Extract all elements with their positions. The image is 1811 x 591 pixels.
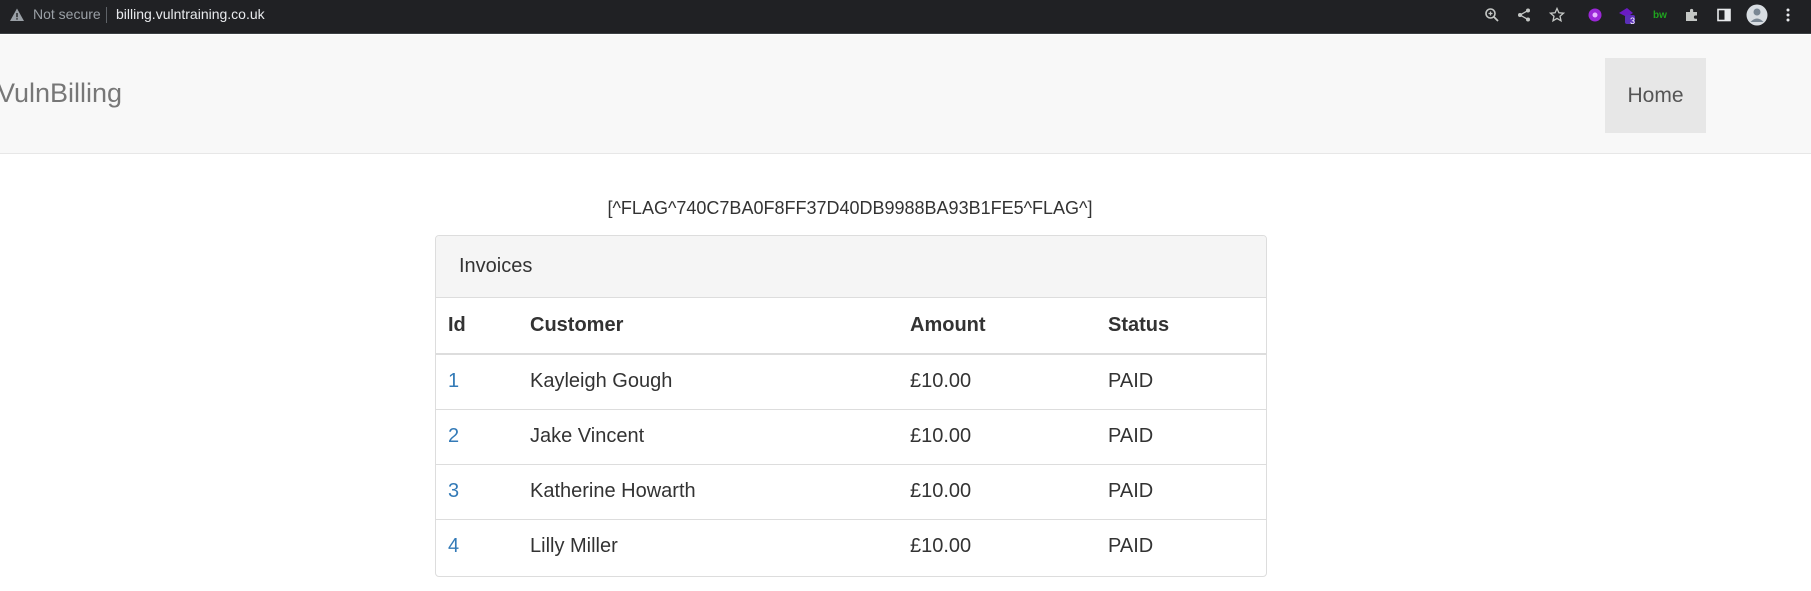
table-row: 4 Lilly Miller £10.00 PAID: [436, 518, 1266, 574]
zoom-icon[interactable]: [1481, 4, 1503, 26]
invoice-id-cell: 3: [436, 463, 518, 519]
browser-toolbar: Not secure billing.vulntraining.co.uk 3 …: [0, 0, 1811, 34]
menu-kebab-icon[interactable]: [1777, 4, 1799, 26]
address-bar[interactable]: billing.vulntraining.co.uk: [116, 5, 265, 23]
divider: [106, 7, 107, 23]
invoice-id-cell: 4: [436, 518, 518, 574]
side-panel-icon[interactable]: [1713, 4, 1735, 26]
amount-cell: £10.00: [898, 518, 1096, 574]
status-cell: PAID: [1096, 463, 1266, 519]
customer-cell: Katherine Howarth: [518, 463, 898, 519]
profile-avatar-icon[interactable]: [1746, 4, 1768, 26]
invoice-id-cell: 2: [436, 408, 518, 464]
amount-cell: £10.00: [910, 370, 972, 393]
bw-extension-icon[interactable]: bw: [1649, 4, 1671, 26]
navbar: VulnBilling Home: [0, 35, 1811, 154]
nav-home-link[interactable]: Home: [1605, 58, 1706, 133]
table-header-row: Id Customer Amount Status: [436, 298, 1266, 355]
column-header-customer: Customer: [518, 298, 898, 355]
invoice-id-link[interactable]: 1: [448, 370, 459, 392]
status-cell: PAID: [1096, 518, 1266, 574]
security-status[interactable]: Not secure: [33, 5, 101, 23]
table-row: 1 Kayleigh Gough £10.00 PAID: [436, 354, 1266, 409]
brand-link[interactable]: VulnBilling: [0, 78, 122, 108]
table-row: 3 Katherine Howarth £10.00 PAID: [436, 463, 1266, 519]
invoice-id-link[interactable]: 4: [448, 535, 459, 557]
invoice-id-cell: 1: [436, 354, 518, 409]
column-header-amount: Amount: [898, 298, 1096, 355]
bookmark-star-icon[interactable]: [1546, 4, 1568, 26]
warning-icon[interactable]: [9, 7, 25, 23]
share-icon[interactable]: [1513, 4, 1535, 26]
flag-text: [^FLAG^740C7BA0F8FF37D40DB9988BA93B1FE5^…: [607, 198, 1093, 218]
invoices-panel: Invoices Id Customer Amount Status 1 Kay…: [435, 235, 1267, 577]
puzzle-icon[interactable]: [1681, 4, 1703, 26]
status-cell: PAID: [1108, 370, 1154, 393]
invoice-id-link[interactable]: 2: [448, 425, 459, 447]
column-header-status: Status: [1096, 298, 1266, 355]
amount-cell: £10.00: [898, 408, 1096, 464]
invoices-table: Id Customer Amount Status 1 Kayleigh Gou…: [436, 298, 1266, 574]
customer-cell: Jake Vincent: [518, 408, 898, 464]
amount-cell: £10.00: [898, 463, 1096, 519]
column-header-id: Id: [436, 298, 518, 355]
table-row: 2 Jake Vincent £10.00 PAID: [436, 408, 1266, 464]
status-cell: PAID: [1096, 408, 1266, 464]
customer-cell: Kayleigh Gough: [530, 370, 673, 393]
invoice-id-link[interactable]: 3: [448, 480, 459, 502]
panel-title: Invoices: [436, 236, 1266, 298]
extension-purple-icon[interactable]: [1584, 4, 1606, 26]
extension-badge-count: 3: [1630, 16, 1636, 26]
customer-cell: Lilly Miller: [518, 518, 898, 574]
